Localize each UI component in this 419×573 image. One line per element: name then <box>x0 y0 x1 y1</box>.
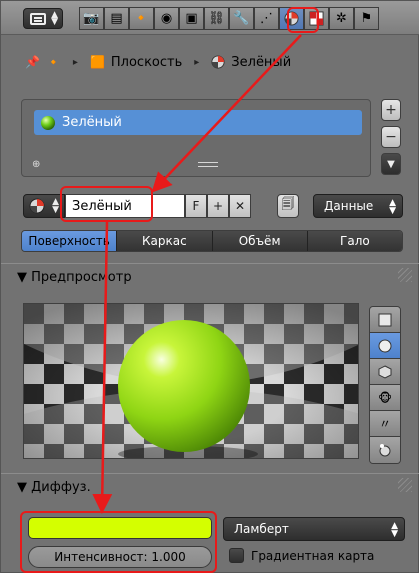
diffuse-header[interactable]: ▼ Диффуз. <box>17 480 91 495</box>
material-slot-list: Зелёный ⊕ <box>21 99 371 177</box>
breadcrumb-object: Плоскость <box>110 54 183 70</box>
tab-volume[interactable]: Объём <box>212 231 308 251</box>
preview-shape-buttons: 🐵 〃 <box>369 306 401 464</box>
minus-icon: − <box>385 129 397 145</box>
green-sphere-icon <box>41 115 55 130</box>
plus-icon: + <box>385 102 397 118</box>
material-icon <box>284 11 299 26</box>
context-tabs: 📷 ▤ 🔸 ◉ ▣ ⛓ 🔧 ⋰ ✲ ⚑ <box>79 7 379 30</box>
diffuse-intensity-slider[interactable]: Интенсивност: 1.000 <box>28 546 212 568</box>
browse-file-button[interactable]: 🗐 <box>277 194 299 218</box>
tab-scene[interactable]: 🔸 <box>129 7 154 30</box>
add-slot-button[interactable]: + <box>381 99 401 121</box>
tab-physics[interactable]: ⚑ <box>354 7 379 30</box>
tab-halo[interactable]: Гало <box>307 231 402 251</box>
material-icon <box>211 55 225 69</box>
physics-icon: ⚑ <box>360 11 373 26</box>
sky-sphere-icon <box>379 444 391 457</box>
remove-slot-button[interactable]: − <box>381 126 401 148</box>
chevron-down-icon: ▼ <box>387 158 395 170</box>
fake-user-button[interactable]: F <box>185 194 207 218</box>
chevron-right-icon: ▸ <box>194 56 200 68</box>
wrench-icon: 🔧 <box>233 11 250 26</box>
editor-type-button[interactable]: ▲ ▼ <box>23 8 63 29</box>
properties-panel: ▲ ▼ 📷 ▤ 🔸 ◉ ▣ ⛓ 🔧 ⋰ ✲ ⚑ 📌 🔸 ▸ 🟧 Плоскост… <box>0 0 419 573</box>
scene-icon: 🔸 <box>45 55 61 69</box>
tab-object[interactable]: ▣ <box>179 7 204 30</box>
tab-render[interactable]: 📷 <box>79 7 104 30</box>
texture-icon <box>309 11 324 26</box>
monkey-icon: 🐵 <box>378 390 392 405</box>
diffuse-color-swatch[interactable] <box>28 517 212 539</box>
properties-header: ▲ ▼ 📷 ▤ 🔸 ◉ ▣ ⛓ 🔧 ⋰ ✲ ⚑ <box>1 1 419 35</box>
link-dropdown-label: Данные <box>324 199 374 213</box>
preview-cube-button[interactable] <box>370 359 400 385</box>
slot-specials-button[interactable]: ▼ <box>381 153 401 175</box>
material-type-tabs: Поверхность Каркас Объём Гало <box>21 230 403 252</box>
scene-icon: 🔸 <box>133 11 150 26</box>
tab-particles[interactable]: ✲ <box>329 7 354 30</box>
preview-monkey-button[interactable]: 🐵 <box>370 385 400 411</box>
preview-header[interactable]: ▼ Предпросмотр <box>17 270 132 285</box>
resize-handle[interactable] <box>198 162 218 167</box>
link-dropdown[interactable]: Данные ▲ ▼ <box>313 194 403 218</box>
file-icon: 🗐 <box>281 197 295 212</box>
diffuse-shader-dropdown[interactable]: Ламберт ▲ ▼ <box>223 517 405 541</box>
vertex-data-icon: ⋰ <box>260 11 273 26</box>
slot-side-buttons: + − ▼ <box>381 99 401 180</box>
material-slot[interactable]: Зелёный <box>34 110 362 135</box>
world-icon: ◉ <box>160 11 173 26</box>
breadcrumb: 📌 🔸 ▸ 🟧 Плоскость ▸ Зелёный <box>1 47 419 77</box>
tab-material[interactable] <box>279 7 304 30</box>
dropdown-arrows-icon: ▲ ▼ <box>391 521 398 539</box>
tab-data[interactable]: ⋰ <box>254 7 279 30</box>
properties-editor-icon <box>30 13 46 25</box>
cube-icon <box>378 364 392 379</box>
diffuse-shader-label: Ламберт <box>234 522 289 536</box>
preview-plane-button[interactable] <box>370 307 400 333</box>
new-material-button[interactable]: + <box>207 194 229 218</box>
preview-render <box>24 304 358 458</box>
dropdown-arrows-icon: ▲ ▼ <box>389 198 396 216</box>
material-slot-label: Зелёный <box>62 115 122 130</box>
tab-constraints[interactable]: ⛓ <box>204 7 229 30</box>
material-icon <box>29 198 45 214</box>
dropdown-arrows-icon: ▲ ▼ <box>51 10 58 27</box>
material-name-field[interactable]: Зелёный <box>65 194 185 218</box>
tab-surface[interactable]: Поверхность <box>22 231 118 251</box>
preview-hair-button[interactable]: 〃 <box>370 411 400 437</box>
pin-icon[interactable]: 📌 <box>25 55 40 69</box>
preview-sky-button[interactable] <box>370 437 400 463</box>
add-small-icon[interactable]: ⊕ <box>32 159 40 170</box>
browse-material-button[interactable]: ▲ ▼ <box>23 194 65 218</box>
material-preview <box>23 303 359 459</box>
dropdown-arrows-icon: ▲ ▼ <box>52 197 59 215</box>
chevron-right-icon: ▸ <box>72 56 78 68</box>
particles-icon: ✲ <box>336 11 347 26</box>
drag-grip-icon[interactable] <box>398 268 412 282</box>
camera-icon: 📷 <box>83 11 100 26</box>
close-icon: ✕ <box>234 199 246 213</box>
tab-texture[interactable] <box>304 7 329 30</box>
tab-modifiers[interactable]: 🔧 <box>229 7 254 30</box>
object-icon: ▣ <box>185 11 198 26</box>
unlink-material-button[interactable]: ✕ <box>229 194 251 218</box>
tab-wire[interactable]: Каркас <box>117 231 213 251</box>
tab-world[interactable]: ◉ <box>154 7 179 30</box>
mesh-object-icon: 🟧 <box>89 55 105 69</box>
constraints-icon: ⛓ <box>208 11 225 26</box>
material-datablock-row: ▲ ▼ Зелёный F + ✕ 🗐 Данные ▲ ▼ <box>1 194 419 218</box>
preview-sphere <box>118 320 250 452</box>
drag-grip-icon[interactable] <box>398 478 412 492</box>
plane-icon <box>378 313 392 326</box>
sphere-icon <box>378 339 392 352</box>
breadcrumb-material: Зелёный <box>231 54 292 70</box>
tab-render-layers[interactable]: ▤ <box>104 7 129 30</box>
preview-sphere-button[interactable] <box>370 333 400 359</box>
ramp-checkbox[interactable] <box>229 548 244 563</box>
ramp-label: Градиентная карта <box>251 549 375 563</box>
hair-icon: 〃 <box>378 417 391 431</box>
layers-icon: ▤ <box>110 11 123 26</box>
plus-icon: + <box>212 199 224 213</box>
